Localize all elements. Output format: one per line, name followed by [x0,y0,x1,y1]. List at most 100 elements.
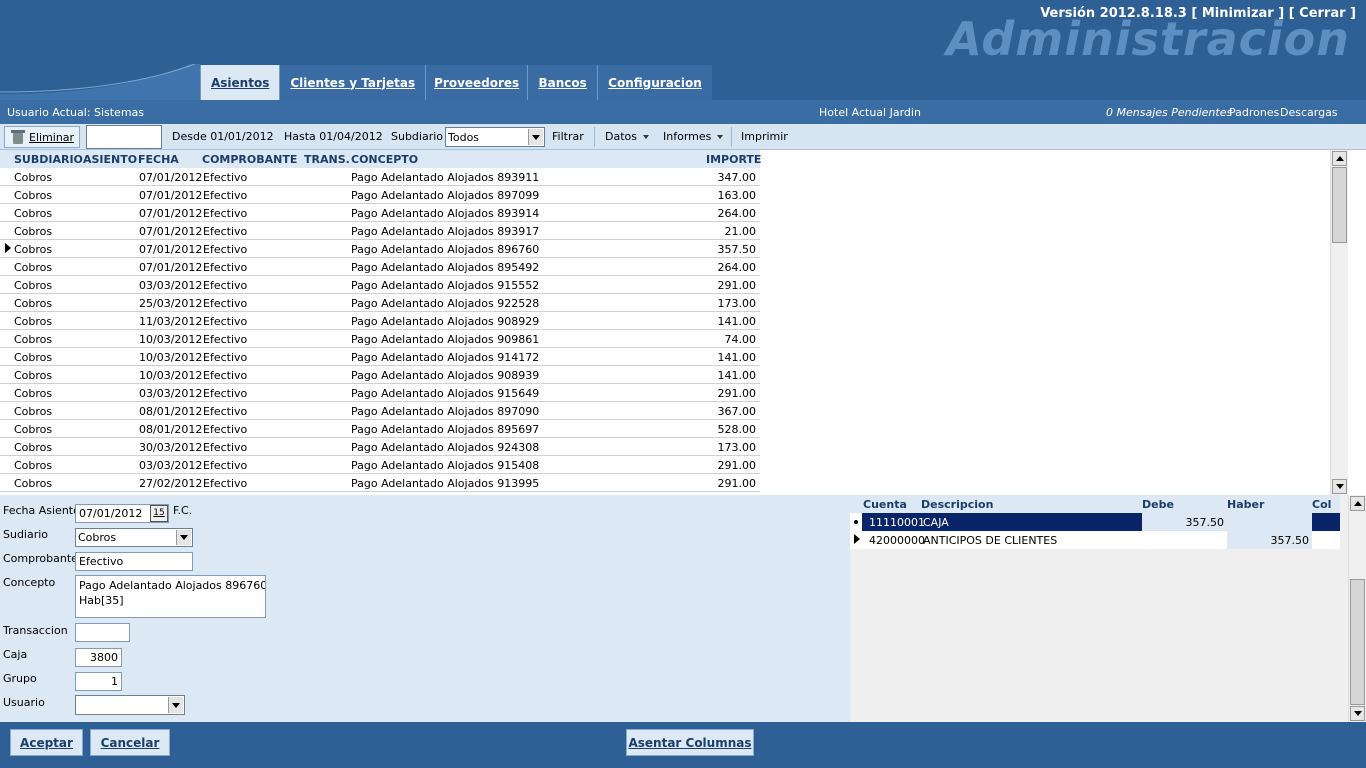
grupo-label: Grupo [3,672,37,685]
table-row[interactable]: Cobros 03/03/2012 Efectivo Pago Adelantado … [0,276,760,294]
cell-fecha: 07/01/2012 [139,207,203,220]
cell-fecha: 08/01/2012 [139,423,203,436]
eliminar-button[interactable]: Eliminar [4,126,80,148]
cell-concepto: Pago Adelantado Alojados 893914 [351,207,540,220]
table-row[interactable]: Cobros 30/03/2012 Efectivo Pago Adelantado … [0,438,760,456]
scroll-down-icon[interactable] [1332,479,1347,494]
scroll-thumb[interactable] [1332,167,1347,243]
table-row[interactable]: Cobros 07/01/2012 Efectivo Pago Adelantado … [0,186,760,204]
comprobante-field[interactable]: Efectivo [75,552,193,571]
table-row[interactable]: Cobros 11/03/2012 Efectivo Pago Adelantado … [0,312,760,330]
cell-importe: 291.00 [717,477,757,490]
cell-fecha: 07/01/2012 [139,171,203,184]
table-row[interactable]: Cobros 03/03/2012 Efectivo Pago Adelantado … [0,456,760,474]
col-subdiario[interactable]: SUBDIARIO [14,153,83,166]
subdiario-form-label: Sudiario [3,528,49,541]
col-debe[interactable]: Debe [1142,498,1174,511]
calendar-icon[interactable]: 15 [150,505,168,522]
cuenta-code: 42000000 [869,534,925,547]
tab-bancos[interactable]: Bancos [527,65,598,100]
version-window-controls[interactable]: Versión 2012.8.18.3 [ Minimizar ] [ Cerr… [1040,6,1356,21]
aceptar-button[interactable]: Aceptar [10,729,83,756]
chevron-down-icon[interactable] [176,530,191,545]
caja-field[interactable]: 3800 [75,648,122,667]
cell-subdiario: Cobros [14,315,53,328]
table-row[interactable]: Cobros 07/01/2012 Efectivo Pago Adelantado … [0,258,760,276]
cell-comprobante: Efectivo [203,387,248,400]
datos-label: Datos [605,130,637,143]
table-row[interactable]: Cobros 08/01/2012 Efectivo Pago Adelantado … [0,420,760,438]
informes-menu[interactable]: Informes [663,130,724,143]
desde-button[interactable]: Desde 01/01/2012 [172,130,274,143]
cell-concepto: Pago Adelantado Alojados 897090 [351,405,540,418]
pending-messages[interactable]: 0 Mensajes Pendientes [1106,106,1232,119]
col-concepto[interactable]: CONCEPTO [351,153,418,166]
tab-asientos[interactable]: Asientos [200,65,280,100]
cell-comprobante: Efectivo [203,351,248,364]
asentar-columnas-button[interactable]: Asentar Columnas [626,729,754,756]
scroll-up-icon[interactable] [1332,151,1347,166]
chevron-down-icon[interactable] [168,697,183,713]
table-row[interactable]: Cobros 25/03/2012 Efectivo Pago Adelantado … [0,294,760,312]
cell-fecha: 10/03/2012 [139,369,203,382]
subdiario-select[interactable]: Todos [445,127,545,147]
table-row[interactable]: Cobros 07/01/2012 Efectivo Pago Adelantado … [0,168,760,186]
descargas-link[interactable]: Descargas [1280,106,1338,119]
chevron-down-icon[interactable] [528,129,543,145]
cell-subdiario: Cobros [14,243,53,256]
col-comprobante[interactable]: COMPROBANTE [202,153,297,166]
app-header: Administracion Versión 2012.8.18.3 [ Min… [0,0,1366,100]
table-row[interactable]: Cobros 10/03/2012 Efectivo Pago Adelantado … [0,366,760,384]
cuenta-row[interactable]: 11110001 CAJA 357.50 [850,513,1340,531]
table-row[interactable]: Cobros 03/03/2012 Efectivo Pago Adelantado … [0,384,760,402]
datos-menu[interactable]: Datos [605,130,649,143]
cuenta-row[interactable]: 42000000 ANTICIPOS DE CLIENTES 357.50 [850,531,1340,549]
table-row[interactable]: Cobros 08/01/2012 Efectivo Pago Adelantado … [0,402,760,420]
col-fecha[interactable]: FECHA [138,153,179,166]
fc-label: F.C. [173,504,193,517]
table-row[interactable]: Cobros 07/01/2012 Efectivo Pago Adelantado … [0,240,760,258]
cancelar-button[interactable]: Cancelar [90,729,170,756]
col-col[interactable]: Col [1312,498,1331,511]
grid-scrollbar[interactable] [1330,150,1348,495]
cell-comprobante: Efectivo [203,189,248,202]
eliminar-label: Eliminar [29,130,75,144]
cuentas-scrollbar[interactable] [1348,495,1366,722]
grupo-field[interactable]: 1 [75,672,122,691]
cell-fecha: 03/03/2012 [139,387,203,400]
scroll-down-icon[interactable] [1350,706,1365,721]
comprobante-value: Efectivo [79,555,124,568]
cell-importe: 74.00 [724,333,757,346]
scroll-up-icon[interactable] [1350,496,1365,511]
col-descripcion[interactable]: Descripcion [921,498,993,511]
tab-clientes-tarjetas[interactable]: Clientes y Tarjetas [279,65,426,100]
transaccion-field[interactable] [75,623,130,642]
cell-concepto: Pago Adelantado Alojados 893917 [351,225,540,238]
padrones-link[interactable]: Padrones [1229,106,1279,119]
table-row[interactable]: Cobros 27/02/2012 Efectivo Pago Adelantado … [0,474,760,492]
imprimir-button[interactable]: Imprimir [741,130,788,143]
col-asiento[interactable]: ASIENTO [83,153,137,166]
scroll-thumb[interactable] [1350,579,1365,705]
table-row[interactable]: Cobros 07/01/2012 Efectivo Pago Adelantado … [0,222,760,240]
table-row[interactable]: Cobros 10/03/2012 Efectivo Pago Adelantado … [0,348,760,366]
col-trans[interactable]: TRANS. [304,153,350,166]
hasta-button[interactable]: Hasta 01/04/2012 [284,130,383,143]
col-cuenta[interactable]: Cuenta [863,498,907,511]
concepto-textarea[interactable]: Pago Adelantado Alojados 896760 Hab[35] [75,575,266,618]
col-haber[interactable]: Haber [1227,498,1264,511]
table-row[interactable]: Cobros 07/01/2012 Efectivo Pago Adelantado … [0,204,760,222]
search-input[interactable] [86,125,162,149]
cell-comprobante: Efectivo [203,477,248,490]
col-importe[interactable]: IMPORTE [706,153,761,166]
cell-comprobante: Efectivo [203,261,248,274]
table-row[interactable]: Cobros 10/03/2012 Efectivo Pago Adelantado … [0,330,760,348]
cell-subdiario: Cobros [14,171,53,184]
cell-importe: 347.00 [717,171,757,184]
tab-configuracion[interactable]: Configuracion [597,65,712,100]
tab-proveedores[interactable]: Proveedores [425,65,528,100]
cell-importe: 163.00 [717,189,757,202]
subdiario-form-select[interactable]: Cobros [75,528,193,547]
usuario-select[interactable] [75,695,185,715]
filtrar-button[interactable]: Filtrar [552,130,584,143]
